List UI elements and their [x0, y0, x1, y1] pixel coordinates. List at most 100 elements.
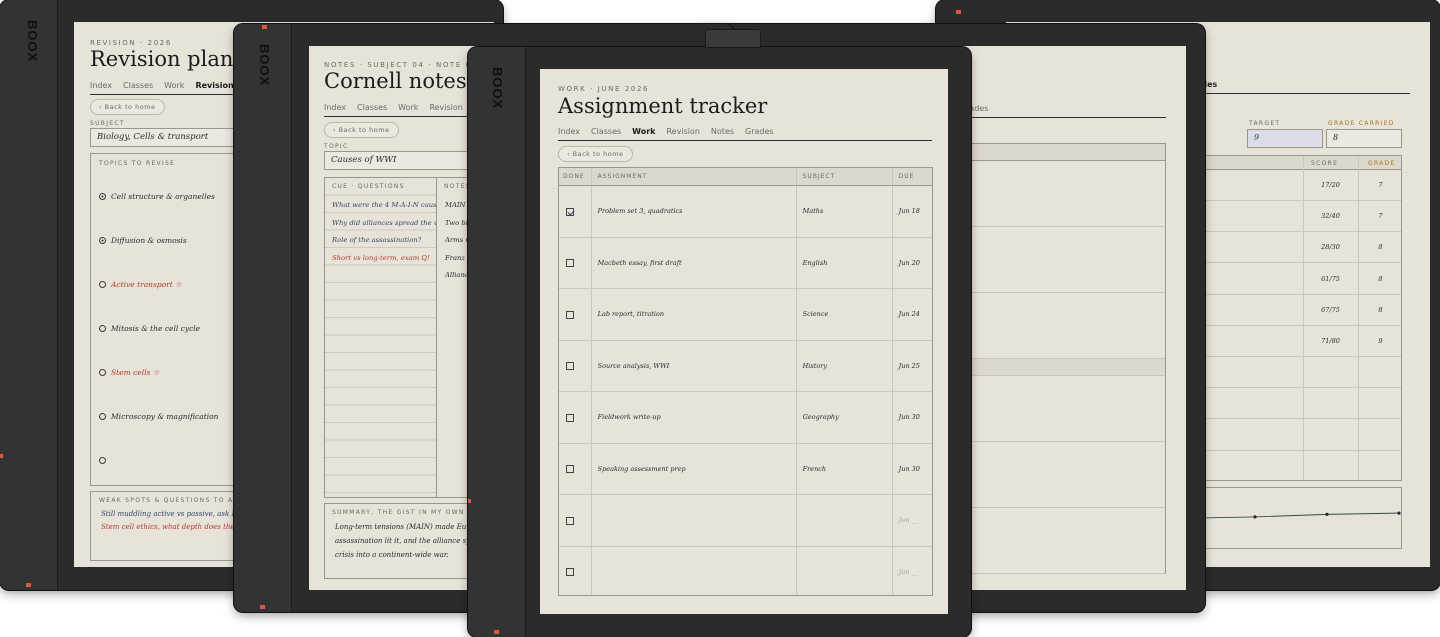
topics-label: TOPICS TO REVISE	[99, 160, 176, 167]
topic-label: TOPIC	[324, 143, 349, 150]
cue-item: Why did alliances spread the war?	[332, 218, 436, 227]
table-row: Speaking assessment prep French Jun 30	[559, 443, 932, 495]
brand-logo: BOOX	[257, 44, 272, 87]
due-cell: Jun __	[892, 494, 932, 547]
cue-item: Role of the assassination?	[332, 236, 422, 244]
due-cell: Jun 24	[892, 288, 932, 341]
tab-revision[interactable]: Revision	[195, 81, 233, 90]
column-done: DONE	[559, 168, 592, 186]
subject-cell: Geography	[796, 391, 893, 444]
done-checkbox[interactable]	[566, 413, 574, 422]
checked-circle-icon[interactable]	[99, 192, 106, 200]
table-row: Jun __	[559, 546, 932, 595]
done-cell	[559, 391, 592, 444]
assignment-grid: DONE ASSIGNMENT SUBJECT DUE Problem set …	[559, 168, 932, 595]
weak-spots-label: WEAK SPOTS & QUESTIONS TO ASK	[99, 497, 244, 504]
subject-cell	[796, 494, 893, 547]
assignment-cell[interactable]: Fieldwork write-up	[591, 391, 797, 444]
subject-cell: Maths	[796, 185, 893, 238]
table-row: Jun __	[559, 494, 932, 547]
done-cell	[559, 443, 592, 495]
score-cell: 32/40	[1321, 212, 1340, 221]
empty-circle-icon[interactable]	[99, 456, 106, 464]
subject-cell: French	[796, 443, 893, 495]
assignment-cell[interactable]: Lab report, titration	[591, 288, 797, 341]
assignment-table: DONE ASSIGNMENT SUBJECT DUE Problem set …	[558, 167, 933, 596]
cornell-kicker: NOTES · SUBJECT 04 · NOTE 02	[324, 61, 478, 69]
assignment-cell[interactable]	[591, 494, 797, 547]
subject-cell: History	[796, 340, 893, 392]
tab-work[interactable]: Work	[398, 103, 418, 112]
due-cell: Jun 25	[892, 340, 932, 392]
summary-line: crisis into a continent-wide war.	[335, 551, 449, 559]
checked-circle-icon[interactable]	[99, 236, 106, 244]
done-checkbox[interactable]	[566, 259, 574, 268]
assignment-cell[interactable]: Macbeth essay, first draft	[591, 237, 797, 289]
revision-title: Revision plann	[90, 47, 247, 71]
assignment-cell[interactable]: Speaking assessment prep	[591, 443, 797, 495]
done-checkbox[interactable]	[566, 362, 574, 371]
carried-label: GRADE CARRIED	[1328, 120, 1395, 127]
done-checkbox[interactable]	[566, 310, 574, 319]
table-row: Source analysis, WWI History Jun 25	[559, 340, 932, 392]
tab-work[interactable]: Work	[164, 81, 184, 90]
score-cell: 71/80	[1321, 337, 1340, 345]
tab-work[interactable]: Work	[632, 127, 655, 136]
done-cell	[559, 546, 592, 595]
done-cell	[559, 340, 592, 392]
tab-revision[interactable]: Revision	[666, 127, 699, 136]
grade-cell: 8	[1378, 243, 1383, 252]
assignment-cell[interactable]	[591, 546, 797, 595]
tab-index[interactable]: Index	[558, 127, 580, 136]
grade-cell: 8	[1378, 274, 1383, 283]
device-tracker: BOOX WORK · JUNE 2026 Assignment tracker…	[468, 29, 971, 637]
tracker-kicker: WORK · JUNE 2026	[558, 85, 650, 93]
tracker-title: Assignment tracker	[558, 94, 768, 118]
tab-index[interactable]: Index	[90, 81, 112, 90]
cornell-title: Cornell notes	[324, 69, 467, 93]
due-cell: Jun 18	[892, 185, 932, 238]
subject-label: SUBJECT	[90, 120, 125, 127]
empty-circle-icon[interactable]	[99, 412, 106, 420]
done-cell	[559, 288, 592, 341]
score-cell: 67/75	[1321, 305, 1340, 314]
trend-point	[1325, 512, 1329, 516]
subject-cell: English	[796, 237, 893, 289]
tab-classes[interactable]: Classes	[357, 103, 387, 112]
tracker-tabs: Index Classes Work Revision Notes Grades	[558, 127, 932, 141]
topic-text: Microscopy & magnification	[111, 411, 219, 421]
due-cell: Jun 30	[892, 391, 932, 444]
back-to-home-button[interactable]: ‹ Back to home	[324, 122, 399, 138]
carried-field[interactable]: 8	[1326, 129, 1402, 148]
tab-classes[interactable]: Classes	[591, 127, 621, 136]
done-checkbox[interactable]	[566, 568, 574, 577]
topic-text: Active transport ☆	[111, 279, 182, 289]
due-cell: Jun 30	[892, 443, 932, 495]
topic-text: Mitosis & the cell cycle	[111, 323, 201, 333]
empty-circle-icon[interactable]	[99, 324, 106, 332]
assignment-cell[interactable]: Problem set 3, quadratics	[591, 185, 797, 238]
done-checkbox[interactable]	[566, 465, 574, 474]
score-cell: 61/75	[1321, 274, 1340, 283]
done-cell	[559, 494, 592, 547]
back-to-home-button[interactable]: ‹ Back to home	[90, 99, 165, 115]
tab-classes[interactable]: Classes	[123, 81, 153, 90]
tab-index[interactable]: Index	[324, 103, 346, 112]
empty-circle-icon[interactable]	[99, 280, 106, 288]
grade-cell: 8	[1378, 305, 1383, 314]
subject-cell	[796, 546, 893, 595]
assignment-cell[interactable]: Source analysis, WWI	[591, 340, 797, 392]
done-checkbox[interactable]	[566, 516, 574, 525]
table-row: Problem set 3, quadratics Maths Jun 18	[559, 185, 932, 238]
topic-text: Cell structure & organelles	[111, 191, 215, 201]
empty-circle-icon[interactable]	[99, 368, 106, 376]
target-field[interactable]: 9	[1247, 129, 1323, 148]
done-cell	[559, 237, 592, 289]
done-cell	[559, 185, 592, 238]
tab-grades[interactable]: Grades	[745, 127, 774, 136]
back-to-home-button[interactable]: ‹ Back to home	[558, 146, 633, 162]
tab-revision[interactable]: Revision	[429, 103, 462, 112]
done-checkbox[interactable]	[566, 207, 574, 216]
trend-point	[1253, 515, 1257, 519]
tab-notes[interactable]: Notes	[711, 127, 734, 136]
